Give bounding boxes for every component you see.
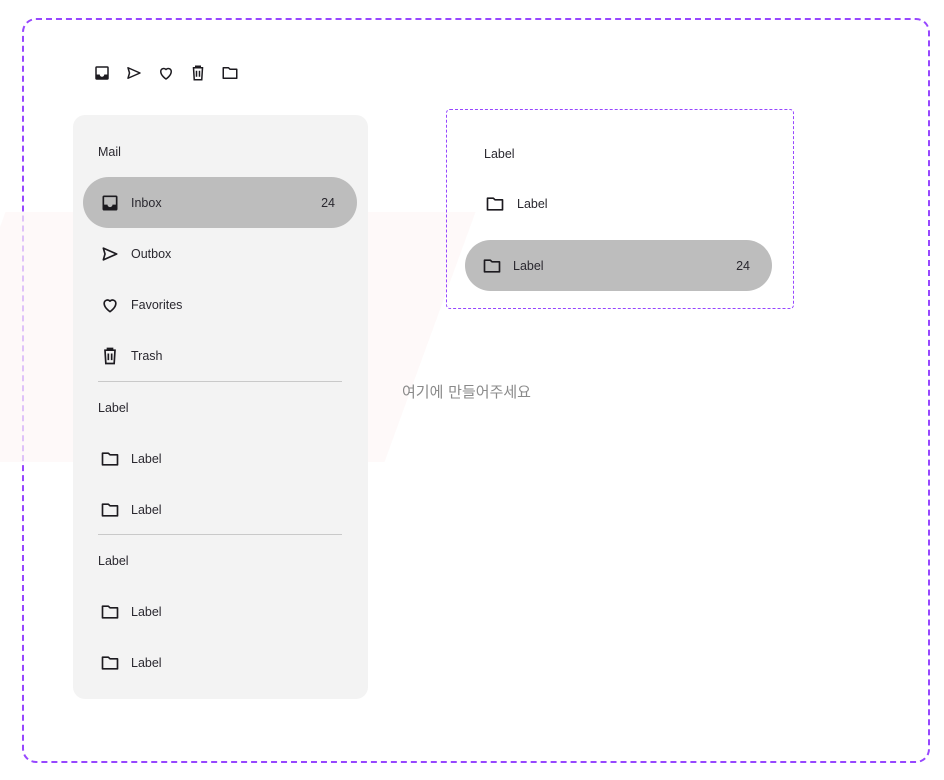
nav-item-outbox[interactable]: Outbox (83, 228, 357, 279)
nav-item-label: Label (131, 451, 162, 466)
section-divider (98, 381, 342, 382)
folder-icon[interactable] (221, 64, 239, 82)
folder-icon (100, 653, 120, 673)
nav-item-favorites[interactable]: Favorites (83, 279, 357, 330)
nav-item-folder[interactable]: Label (83, 433, 357, 484)
send-icon[interactable] (125, 64, 143, 82)
trash-icon[interactable] (189, 64, 207, 82)
nav-item-trash[interactable]: Trash (83, 330, 357, 381)
nav-item-label: Label (131, 655, 162, 670)
nav-item-label: Label (131, 502, 162, 517)
nav-item-label: Inbox (131, 195, 162, 210)
preview-folder-item[interactable]: Label (485, 194, 548, 214)
navigation-drawer: Mail Inbox 24 Outbox Favorites Trash Lab… (73, 115, 368, 699)
component-preview: Label Label Label 24 (446, 109, 794, 309)
nav-item-label: Outbox (131, 246, 172, 261)
folder-icon (100, 449, 120, 469)
heart-icon (100, 295, 120, 315)
preview-item-label: Label (517, 197, 548, 211)
preview-active-item[interactable]: Label 24 (465, 240, 772, 291)
folder-icon (485, 194, 505, 214)
nav-section-header: Label (98, 401, 129, 415)
trash-icon (100, 346, 120, 366)
preview-count-badge: 24 (736, 258, 750, 273)
inbox-icon[interactable] (93, 64, 111, 82)
nav-item-label: Favorites (131, 297, 183, 312)
placeholder-hint: 여기에 만들어주세요 (402, 383, 531, 401)
nav-item-folder[interactable]: Label (83, 484, 357, 535)
folder-icon (482, 256, 502, 276)
nav-item-folder[interactable]: Label (83, 637, 357, 688)
inbox-icon (100, 193, 120, 213)
nav-header-mail: Mail (98, 145, 121, 159)
preview-section-header: Label (484, 147, 515, 161)
send-icon (100, 244, 120, 264)
preview-item-label: Label (513, 258, 544, 273)
nav-item-inbox[interactable]: Inbox 24 (83, 177, 357, 228)
folder-icon (100, 500, 120, 520)
section-divider (98, 534, 342, 535)
folder-icon (100, 602, 120, 622)
nav-item-folder[interactable]: Label (83, 586, 357, 637)
unread-count-badge: 24 (321, 195, 335, 210)
heart-icon[interactable] (157, 64, 175, 82)
nav-item-label: Trash (131, 348, 163, 363)
nav-item-label: Label (131, 604, 162, 619)
icon-toolbar (93, 62, 239, 84)
nav-section-header: Label (98, 554, 129, 568)
